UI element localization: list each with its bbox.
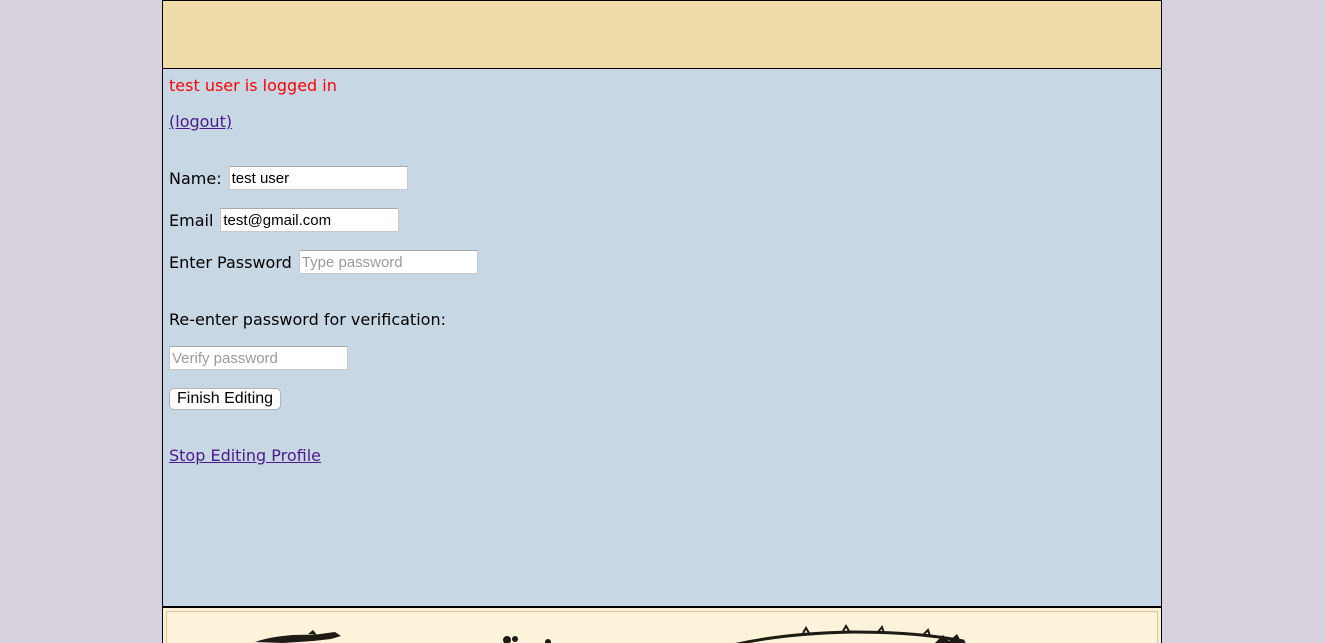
email-input[interactable] [220, 208, 400, 232]
footer-sketch-illustration [255, 624, 966, 643]
finish-editing-button[interactable]: Finish Editing [169, 388, 282, 410]
name-label: Name: [169, 168, 222, 188]
email-label: Email [169, 210, 214, 230]
page-container: test user is logged in (logout) Name: Em… [162, 0, 1162, 643]
footer-banner [163, 606, 1161, 643]
password-label: Enter Password [169, 252, 292, 272]
name-row: Name: [169, 166, 408, 190]
header-banner [163, 0, 1161, 69]
name-input[interactable] [228, 166, 408, 190]
password-row: Enter Password [169, 250, 478, 274]
logout-link[interactable]: (logout) [169, 112, 232, 131]
stop-editing-link[interactable]: Stop Editing Profile [169, 446, 321, 465]
verify-password-input[interactable] [169, 346, 348, 370]
verify-row [169, 346, 348, 370]
verify-password-label: Re-enter password for verification: [169, 310, 446, 329]
password-input[interactable] [298, 250, 478, 274]
email-row: Email [169, 208, 400, 232]
profile-content: test user is logged in (logout) Name: Em… [163, 70, 1161, 606]
login-status: test user is logged in [169, 76, 337, 95]
